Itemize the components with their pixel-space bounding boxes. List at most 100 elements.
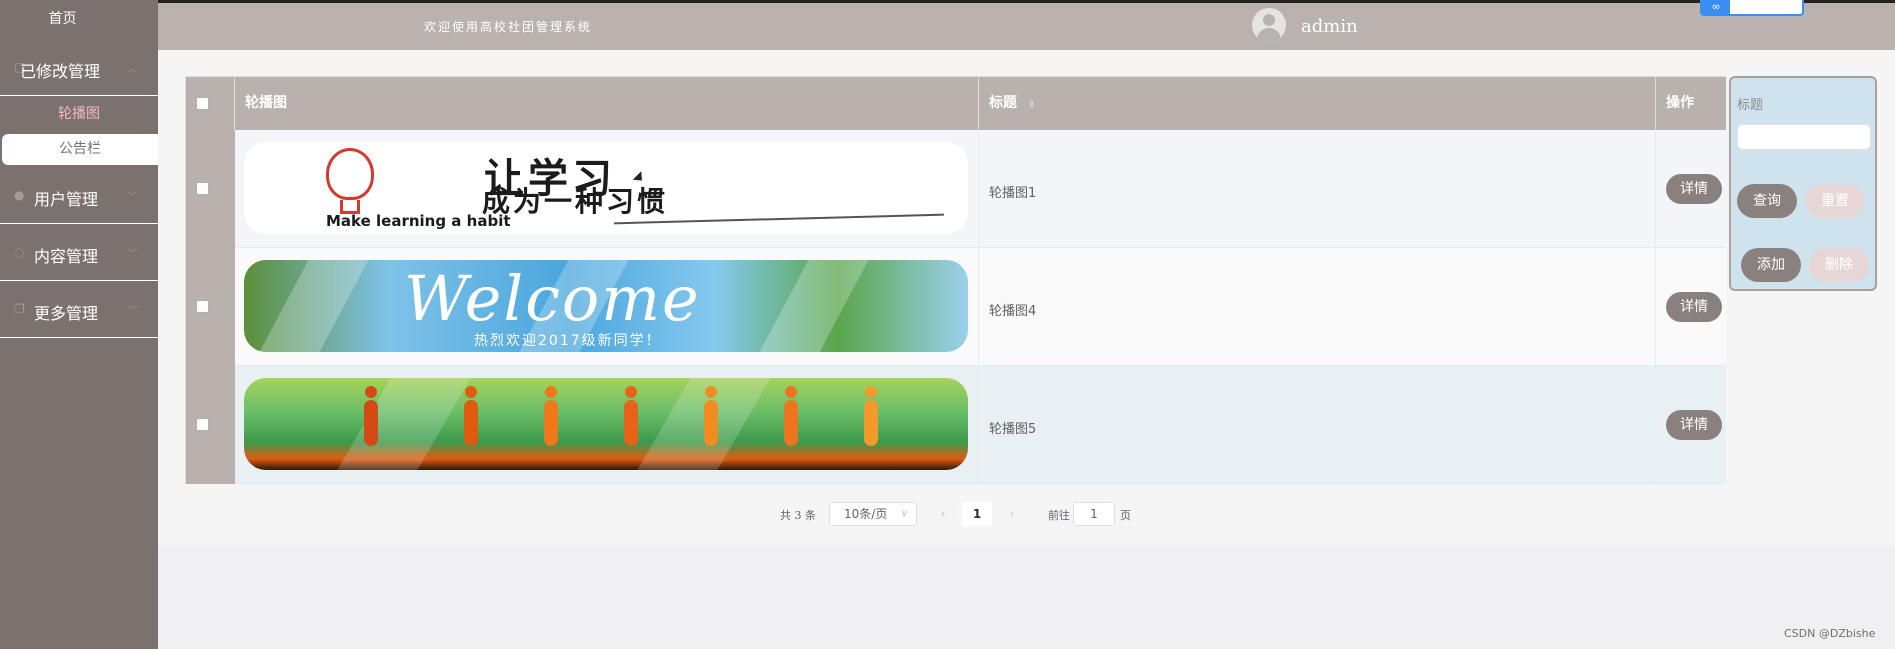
search-panel: 标题 查询 重置 添加 删除 [1729, 76, 1877, 291]
column-header-title-label: 标题 [989, 95, 1017, 111]
row-title-cell: 轮播图5 [979, 366, 1656, 484]
delete-button[interactable]: 删除 [1809, 248, 1869, 282]
column-header-ops: 操作 [1666, 95, 1694, 111]
row-image-cell [235, 366, 979, 484]
select-all-checkbox[interactable] [196, 97, 209, 110]
goto-page-input[interactable]: 1 [1073, 502, 1115, 526]
goto-page-suffix: 页 [1120, 509, 1131, 522]
figure-head [785, 386, 797, 398]
row-checkbox[interactable] [196, 418, 209, 431]
data-table: 轮播图 标题 ⇕ 操作 让学习 成为一种习惯 Make learning a h… [185, 76, 1726, 484]
avatar-body-icon [1257, 28, 1281, 42]
banner-stripe [259, 260, 369, 352]
chat-icon: ◌ [14, 245, 25, 259]
avatar[interactable] [1252, 8, 1286, 42]
welcome-text: 欢迎使用高校社团管理系统 [424, 20, 593, 34]
detail-button[interactable]: 详情 [1666, 292, 1722, 322]
row-select-cell [186, 366, 235, 484]
figure-head [365, 386, 377, 398]
top-header: 欢迎使用高校社团管理系统 admin [158, 0, 1895, 50]
goto-label: 前往 [1048, 509, 1070, 522]
figure-shape [544, 400, 558, 446]
sidebar-group-content[interactable]: ◌ 内容管理 ﹀ [0, 225, 158, 281]
reset-button[interactable]: 重置 [1805, 184, 1865, 218]
row-select-cell [186, 130, 235, 248]
sidebar-group-more-label: 更多管理 [34, 304, 99, 323]
sidebar-group-modified-label: 已修改管理 [20, 62, 101, 81]
header-select-cell [186, 77, 235, 130]
page-size-select[interactable]: 10条/页 ∨ [829, 502, 917, 526]
sidebar-group-users-label: 用户管理 [34, 190, 99, 209]
banner-text-en: Make learning a habit [326, 212, 511, 230]
current-page-number[interactable]: 1 [962, 502, 992, 526]
figure-head [545, 386, 557, 398]
figure-head [865, 386, 877, 398]
banner-text-main: Welcome [404, 262, 701, 335]
banner-image: 让学习 成为一种习惯 Make learning a habit [244, 142, 968, 234]
prev-page-button[interactable]: ‹ [930, 502, 956, 526]
row-title-cell: 轮播图1 [979, 130, 1656, 248]
app-root: 首页 ▢ 已修改管理 ︿ 轮播图 公告栏 ● 用户管理 ﹀ ◌ 内容管理 ﹀ ❐… [0, 0, 1895, 649]
chevron-down-icon: ∨ [900, 508, 908, 519]
figure-shape [704, 400, 718, 446]
sidebar-group-modified[interactable]: ▢ 已修改管理 ︿ [0, 40, 158, 96]
row-ops-cell: 详情 [1656, 366, 1726, 484]
copy-icon: ❐ [14, 302, 25, 316]
row-title-cell: 轮播图4 [979, 248, 1656, 366]
sidebar-group-more[interactable]: ❐ 更多管理 ﹀ [0, 282, 158, 338]
column-header-image: 轮播图 [235, 77, 979, 130]
page-size-value: 10条/页 [844, 507, 888, 521]
detail-button[interactable]: 详情 [1666, 410, 1722, 440]
sidebar-item-notice[interactable]: 公告栏 [2, 134, 158, 165]
row-image-cell: Welcome 热烈欢迎2017级新同学！ [235, 248, 979, 366]
watermark: CSDN @DZbishe [1784, 627, 1876, 640]
table-row: Welcome 热烈欢迎2017级新同学！ 轮播图4 详情 [186, 248, 1726, 366]
figure-shape [624, 400, 638, 446]
chevron-down-icon: ﹀ [127, 247, 138, 260]
sidebar-group-users[interactable]: ● 用户管理 ﹀ [0, 168, 158, 224]
avatar-head-icon [1263, 14, 1275, 26]
figure-head [625, 386, 637, 398]
row-image-cell: 让学习 成为一种习惯 Make learning a habit [235, 130, 979, 248]
banner-ray [337, 378, 471, 470]
add-button[interactable]: 添加 [1741, 248, 1801, 282]
sidebar: 首页 ▢ 已修改管理 ︿ 轮播图 公告栏 ● 用户管理 ﹀ ◌ 内容管理 ﹀ ❐… [0, 0, 158, 649]
row-select-cell [186, 248, 235, 366]
sidebar-item-carousel[interactable]: 轮播图 [0, 99, 158, 130]
search-title-input[interactable] [1737, 124, 1871, 150]
table-header: 轮播图 标题 ⇕ 操作 [186, 77, 1726, 130]
pagination-total: 共 3 条 [780, 509, 816, 522]
lightbulb-icon [326, 148, 374, 200]
figure-head [465, 386, 477, 398]
next-page-button[interactable]: › [999, 502, 1025, 526]
row-checkbox[interactable] [196, 182, 209, 195]
row-title: 轮播图4 [989, 304, 1037, 319]
figure-shape [784, 400, 798, 446]
detail-button[interactable]: 详情 [1666, 174, 1722, 204]
chevron-down-icon: ﹀ [127, 304, 138, 317]
query-button[interactable]: 查询 [1737, 184, 1797, 218]
chevron-up-icon: ︿ [127, 62, 138, 75]
infinity-icon: ∞ [1702, 0, 1730, 14]
corner-badge[interactable]: ∞ [1700, 0, 1804, 16]
figure-head [705, 386, 717, 398]
column-header-title[interactable]: 标题 ⇕ [979, 77, 1656, 130]
banner-image [244, 378, 968, 470]
table-row: 让学习 成为一种习惯 Make learning a habit 轮播图1 详情 [186, 130, 1726, 248]
figure-shape [864, 400, 878, 446]
row-title: 轮播图5 [989, 422, 1037, 437]
row-checkbox[interactable] [196, 300, 209, 313]
figure-shape [364, 400, 378, 446]
sidebar-home[interactable]: 首页 [0, 8, 125, 28]
sidebar-group-content-label: 内容管理 [34, 247, 99, 266]
row-ops-cell: 详情 [1656, 130, 1726, 248]
row-ops-cell: 详情 [1656, 248, 1726, 366]
banner-text-sub: 热烈欢迎2017级新同学！ [474, 333, 662, 349]
banner-image: Welcome 热烈欢迎2017级新同学！ [244, 260, 968, 352]
table-row: 轮播图5 详情 [186, 366, 1726, 484]
figure-shape [464, 400, 478, 446]
username[interactable]: admin [1301, 16, 1358, 37]
chevron-down-icon: ﹀ [127, 190, 138, 203]
sort-icon[interactable]: ⇕ [1028, 100, 1036, 110]
banner-stripe [759, 260, 869, 352]
